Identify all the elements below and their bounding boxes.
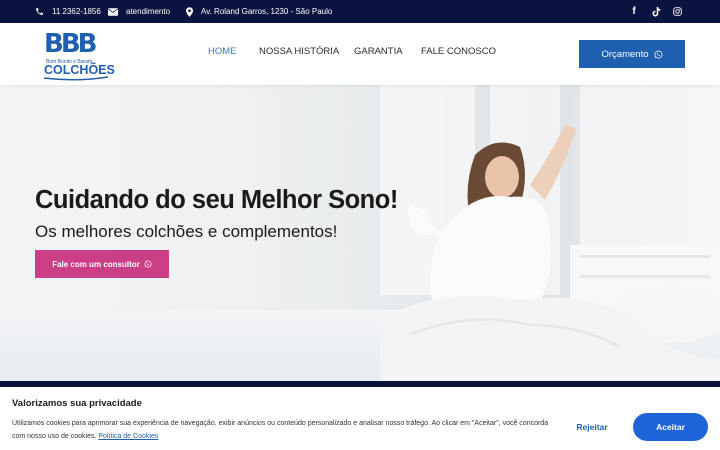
logo-letters: BBB <box>44 29 97 59</box>
tiktok-icon[interactable] <box>650 0 662 23</box>
cookie-description: Utilizamos cookies para aprimorar sua ex… <box>12 420 549 440</box>
cookie-title: Valorizamos sua privacidade <box>12 398 142 409</box>
nav-fale-conosco[interactable]: FALE CONOSCO <box>421 46 496 57</box>
hero-title: Cuidando do seu Melhor Sono! <box>35 186 398 214</box>
phone-number: 11 2362-1856 <box>52 7 101 16</box>
accept-cookies-button[interactable]: Aceitar <box>633 413 708 441</box>
address-text: Av. Roland Garros, 1230 - São Paulo <box>201 7 333 16</box>
phone-contact[interactable]: 11 2362-1856 <box>35 0 101 23</box>
whatsapp-icon <box>654 50 662 58</box>
fale-consultor-label: Fale com um consultor <box>52 259 140 269</box>
cookie-text: Utilizamos cookies para aprimorar sua ex… <box>12 417 552 443</box>
hero-banner: Cuidando do seu Melhor Sono! Os melhores… <box>0 85 720 381</box>
woman-stretching-photo <box>380 125 720 381</box>
map-pin-icon <box>186 6 193 17</box>
reject-cookies-button[interactable]: Rejeitar <box>560 413 624 441</box>
cookie-consent-banner: Valorizamos sua privacidade Utilizamos c… <box>0 387 720 450</box>
cookie-policy-link[interactable]: Política de Cookies <box>98 433 158 440</box>
instagram-icon[interactable] <box>671 0 683 23</box>
top-info-bar: 11 2362-1856 atendimento Av. Roland Garr… <box>0 0 720 23</box>
phone-icon <box>36 8 43 15</box>
nav-home[interactable]: HOME <box>208 46 237 57</box>
orcamento-label: Orçamento <box>601 48 649 60</box>
site-header: BBB Bom Bonito e Barato COLCHÕES HOME NO… <box>0 23 720 85</box>
logo-swoosh <box>44 76 108 81</box>
fale-consultor-button[interactable]: Fale com um consultor <box>35 250 169 278</box>
nav-garantia[interactable]: GARANTIA <box>354 46 403 57</box>
facebook-icon[interactable]: f <box>628 0 640 23</box>
nav-nossa-historia[interactable]: NOSSA HISTÓRIA <box>259 46 339 57</box>
hero-subtitle: Os melhores colchões e complementos! <box>35 222 338 241</box>
address-contact[interactable]: Av. Roland Garros, 1230 - São Paulo <box>186 0 332 23</box>
brand-logo[interactable]: BBB Bom Bonito e Barato COLCHÕES <box>44 29 115 81</box>
whatsapp-icon <box>144 260 152 268</box>
orcamento-button[interactable]: Orçamento <box>579 40 685 68</box>
email-text: atendimento <box>126 7 171 16</box>
email-contact[interactable]: atendimento <box>108 0 170 23</box>
envelope-icon <box>108 7 118 16</box>
